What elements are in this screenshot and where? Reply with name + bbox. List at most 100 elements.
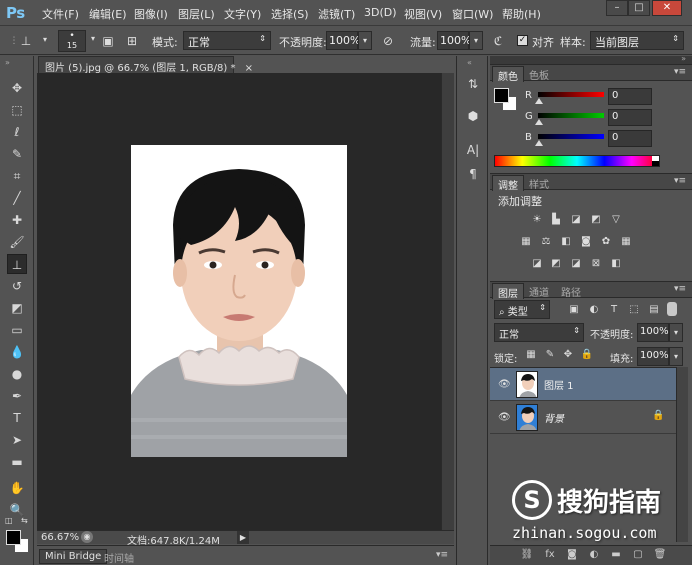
move-tool-icon[interactable]: ✥ [7, 78, 27, 98]
tab-paths[interactable]: 路径 [556, 283, 586, 300]
new-layer-icon[interactable]: ▢ [631, 549, 645, 561]
sample-select[interactable]: 当前图层 ⇕ [590, 31, 684, 50]
tab-channels[interactable]: 通道 [524, 283, 554, 300]
history-brush-tool-icon[interactable]: ↺ [7, 276, 27, 296]
paragraph-panel-icon[interactable]: ¶ [465, 166, 481, 182]
pen-tool-icon[interactable]: ✒ [7, 386, 27, 406]
menu-window[interactable]: 窗口(W) [452, 6, 493, 22]
link-layers-icon[interactable]: ⛓ [520, 549, 534, 561]
bottom-panel-menu-icon[interactable]: ▾≡ [436, 550, 448, 560]
adjustments-panel-menu-icon[interactable]: ▾≡ [674, 176, 686, 186]
layer-name[interactable]: 背景 [544, 410, 564, 425]
menu-view[interactable]: 视图(V) [404, 6, 442, 22]
lock-image-icon[interactable]: ✎ [543, 349, 557, 361]
restore-button[interactable]: □ [628, 0, 650, 16]
default-colors-icon[interactable]: ◫ [5, 516, 13, 525]
menu-3d[interactable]: 3D(D) [364, 6, 397, 19]
red-channel-slider[interactable] [538, 92, 604, 97]
menu-image[interactable]: 图像(I) [134, 6, 168, 22]
color-panel-foreground-swatch[interactable] [494, 88, 509, 103]
pressure-opacity-icon[interactable]: ⊘ [380, 33, 396, 49]
character-panel-icon[interactable]: A| [465, 142, 481, 158]
opacity-input[interactable]: 100% [326, 31, 360, 50]
levels-icon[interactable]: ▙ [549, 214, 563, 226]
menu-select[interactable]: 选择(S) [271, 6, 309, 22]
lasso-tool-icon[interactable]: ℓ [7, 122, 27, 142]
exposure-icon[interactable]: ◩ [589, 214, 603, 226]
filter-adjustment-icon[interactable]: ◐ [587, 304, 601, 316]
tab-timeline[interactable]: 时间轴 [99, 549, 139, 565]
strip-collapse-icon[interactable]: « [467, 58, 472, 67]
path-select-tool-icon[interactable]: ➤ [7, 430, 27, 450]
layers-panel-menu-icon[interactable]: ▾≡ [674, 284, 686, 294]
green-channel-value[interactable]: 0 [608, 109, 652, 126]
color-spectrum-bar[interactable] [494, 155, 660, 167]
layer-opacity-dropdown-arrow[interactable]: ▾ [669, 323, 683, 342]
photo-filter-icon[interactable]: ◙ [579, 236, 593, 248]
align-checkbox[interactable]: ✓ [517, 35, 528, 46]
red-channel-value[interactable]: 0 [608, 88, 652, 105]
quick-select-tool-icon[interactable]: ✎ [7, 144, 27, 164]
color-lookup-icon[interactable]: ▦ [619, 236, 633, 248]
tab-swatches[interactable]: 色板 [524, 66, 554, 83]
document-tab[interactable]: 图片 (5).jpg @ 66.7% (图层 1, RGB/8) * × [38, 56, 253, 74]
document-canvas-photo[interactable] [131, 145, 347, 457]
menu-help[interactable]: 帮助(H) [502, 6, 541, 22]
blue-channel-value[interactable]: 0 [608, 130, 652, 147]
3d-panel-icon[interactable]: ⬢ [465, 108, 481, 124]
flow-input[interactable]: 100% [437, 31, 471, 50]
minimize-button[interactable]: – [606, 0, 628, 16]
layer-row-layer-1[interactable]: 👁 图层 1 [490, 368, 676, 401]
gradient-tool-icon[interactable]: ▭ [7, 320, 27, 340]
add-mask-icon[interactable]: ◙ [565, 549, 579, 561]
clone-stamp-tool-icon[interactable]: ⊥ [7, 254, 27, 274]
menu-file[interactable]: 文件(F) [42, 6, 79, 22]
fill-dropdown-arrow[interactable]: ▾ [669, 347, 683, 366]
posterize-icon[interactable]: ◩ [549, 258, 563, 270]
eraser-tool-icon[interactable]: ◩ [7, 298, 27, 318]
new-group-icon[interactable]: ▬ [609, 549, 623, 561]
panel-collapse-icon[interactable]: » [5, 58, 10, 67]
filter-smart-object-icon[interactable]: ▤ [647, 304, 661, 316]
menu-layer[interactable]: 图层(L) [178, 6, 215, 22]
filter-type-icon[interactable]: T [607, 304, 621, 316]
selective-color-icon[interactable]: ⊠ [589, 258, 603, 270]
delete-layer-icon[interactable]: 🗑 [653, 549, 667, 561]
status-info-icon[interactable]: ◉ [81, 531, 93, 543]
status-menu-arrow-icon[interactable]: ▶ [237, 531, 249, 544]
close-button[interactable]: ✕ [652, 0, 682, 16]
black-white-icon[interactable]: ◧ [559, 236, 573, 248]
foreground-color-swatch[interactable] [6, 530, 21, 545]
filter-shape-icon[interactable]: ⬚ [627, 304, 641, 316]
menu-edit[interactable]: 编辑(E) [89, 6, 127, 22]
filter-pixel-icon[interactable]: ▣ [567, 304, 581, 316]
brush-dropdown-arrow[interactable]: ▾ [86, 30, 100, 52]
lock-position-icon[interactable]: ✥ [561, 349, 575, 361]
tab-layers[interactable]: 图层 [492, 283, 524, 300]
blue-channel-slider[interactable] [538, 134, 604, 139]
vertical-scrollbar[interactable] [441, 73, 454, 530]
tab-adjustments[interactable]: 调整 [492, 175, 524, 192]
rectangle-tool-icon[interactable]: ▬ [7, 452, 27, 472]
toggle-brush-panel-icon[interactable]: ▣ [100, 33, 116, 49]
stamp-tool-preset-icon[interactable]: ⊥ [18, 33, 34, 49]
menu-filter[interactable]: 滤镜(T) [318, 6, 355, 22]
opacity-dropdown-arrow[interactable]: ▾ [358, 31, 372, 50]
brush-tool-icon[interactable]: 🖌 [7, 232, 27, 252]
green-slider-thumb[interactable] [535, 119, 543, 125]
blend-mode-select[interactable]: 正常 ⇕ [494, 323, 584, 342]
brightness-contrast-icon[interactable]: ☀ [530, 214, 544, 226]
red-slider-thumb[interactable] [535, 98, 543, 104]
type-tool-icon[interactable]: T [7, 408, 27, 428]
tab-color[interactable]: 颜色 [492, 66, 524, 83]
history-panel-icon[interactable]: ⇅ [465, 76, 481, 92]
visibility-eye-icon[interactable]: 👁 [498, 379, 511, 390]
healing-brush-tool-icon[interactable]: ✚ [7, 210, 27, 230]
vibrance-icon[interactable]: ▽ [609, 214, 623, 226]
blue-slider-thumb[interactable] [535, 140, 543, 146]
color-panel-menu-icon[interactable]: ▾≡ [674, 67, 686, 77]
blur-tool-icon[interactable]: 💧 [7, 342, 27, 362]
flow-dropdown-arrow[interactable]: ▾ [469, 31, 483, 50]
dodge-tool-icon[interactable]: ● [7, 364, 27, 384]
threshold-icon[interactable]: ◪ [569, 258, 583, 270]
